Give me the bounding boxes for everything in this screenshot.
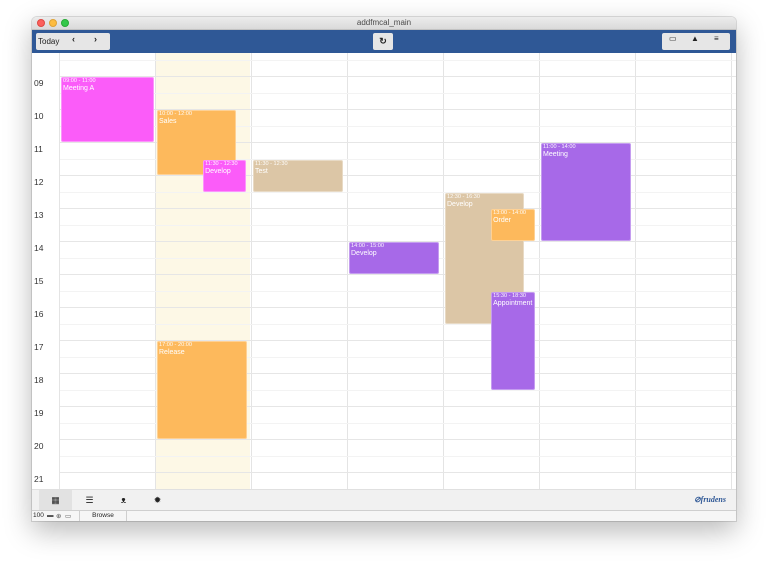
- zoom-level[interactable]: 100: [33, 512, 44, 519]
- calendar-event[interactable]: 11:30 - 12:30 Develop: [203, 159, 247, 192]
- half-hour-gridline: [60, 290, 736, 292]
- hour-label: 08: [34, 53, 58, 55]
- calendar-event[interactable]: 14:00 - 15:00 Develop: [349, 242, 440, 274]
- zoom-out-icon[interactable]: ▬: [47, 512, 54, 519]
- event-time: 09:00 - 11:00: [63, 78, 96, 84]
- day-column-divider: [251, 53, 252, 489]
- event-time: 10:00 - 12:00: [159, 111, 192, 117]
- hour-gridline: [60, 175, 736, 176]
- hour-label: 10: [34, 111, 44, 121]
- hour-gridline: [60, 307, 736, 308]
- event-title: Sales: [159, 118, 177, 125]
- event-time: 14:00 - 15:00: [351, 243, 384, 249]
- hour-gridline: [60, 76, 736, 77]
- people-view-button[interactable]: ᴥ: [107, 490, 140, 510]
- event-time: 11:30 - 12:30: [255, 160, 288, 167]
- event-time: 12:30 - 16:30: [447, 193, 480, 200]
- hour-label: 20: [34, 441, 44, 451]
- event-title: Develop: [447, 200, 473, 208]
- day-column-divider: [59, 53, 60, 489]
- zoom-in-icon[interactable]: ⊕: [56, 512, 61, 520]
- event-title: Appointment: [493, 299, 533, 307]
- hour-label: 19: [34, 408, 44, 418]
- hour-gridline: [60, 208, 736, 209]
- day-column-divider: [635, 53, 636, 489]
- gear-icon: ✹: [153, 494, 162, 505]
- status-toggle-icon[interactable]: ▭: [65, 512, 71, 520]
- half-hour-gridline: [60, 92, 736, 94]
- event-time: 15:30 - 18:30: [493, 292, 527, 299]
- hour-label: 15: [34, 276, 44, 286]
- event-title: Develop: [205, 167, 231, 175]
- refresh-icon: ↻: [379, 36, 387, 46]
- event-title: Release: [159, 349, 185, 356]
- calendar-event[interactable]: 09:00 - 11:00 Meeting A: [61, 77, 154, 142]
- event-title: Order: [493, 217, 511, 224]
- calendar-event[interactable]: 11:30 - 12:30 Test: [253, 159, 344, 192]
- list-view-button[interactable]: ☰: [73, 490, 106, 510]
- hour-gridline: [60, 439, 736, 440]
- event-title: Develop: [351, 250, 377, 257]
- event-time: 17:00 - 20:00: [159, 342, 192, 348]
- hour-label: 16: [34, 309, 44, 319]
- list-icon: ☰: [85, 494, 94, 505]
- hour-gridline: [60, 472, 736, 473]
- half-hour-gridline: [60, 224, 736, 226]
- hour-label: 21: [34, 474, 44, 484]
- title-bar: addfmcal_main: [32, 17, 736, 30]
- calendar-event[interactable]: 15:30 - 18:30 Appointment: [491, 291, 536, 390]
- hour-label: 11: [34, 144, 43, 154]
- week-calendar-grid[interactable]: 08 09 10 11 12 13 14 15 16 17 18 19 20 21 09:00 - 11:0…: [32, 53, 736, 489]
- toolbar: Today ‹ › ↻ ▭ ▲ ≡: [32, 30, 736, 53]
- hour-label: 17: [34, 342, 44, 352]
- event-time: 11:00 - 14:00: [543, 144, 576, 150]
- calendar-event[interactable]: 11:00 - 14:00 Meeting: [541, 143, 632, 241]
- next-arrow-icon[interactable]: ›: [94, 34, 97, 44]
- day-column-divider: [731, 53, 732, 489]
- refresh-button[interactable]: ↻: [373, 33, 393, 50]
- user-icon[interactable]: ▲: [691, 34, 699, 43]
- mode-indicator: Browse: [79, 511, 127, 521]
- day-column-divider: [443, 53, 444, 489]
- window-title: addfmcal_main: [356, 18, 412, 27]
- event-title: Meeting A: [63, 85, 95, 92]
- event-title: Meeting: [543, 151, 568, 158]
- day-column-divider: [155, 53, 156, 489]
- half-hour-gridline: [60, 191, 736, 193]
- hour-label: 12: [34, 177, 44, 187]
- menu-icon[interactable]: ≡: [714, 34, 719, 43]
- today-group: Today ‹ ›: [36, 33, 110, 50]
- event-time: 11:30 - 12:30: [205, 160, 238, 167]
- hour-label: 13: [34, 210, 44, 220]
- calendar-event[interactable]: 17:00 - 20:00 Release: [157, 341, 248, 439]
- event-time: 13:00 - 14:00: [493, 210, 527, 216]
- settings-button[interactable]: ✹: [141, 490, 174, 510]
- frudens-logo: ⊘frudens: [693, 495, 726, 504]
- hour-label: 09: [34, 78, 44, 88]
- people-icon: ᴥ: [120, 495, 127, 505]
- half-hour-gridline: [60, 59, 736, 61]
- calendar-view-button[interactable]: ▦: [39, 490, 72, 510]
- right-toolbar-group: ▭ ▲ ≡: [662, 33, 730, 50]
- prev-arrow-icon[interactable]: ‹: [72, 34, 75, 44]
- bottom-navigation: ▦ ☰ ᴥ ✹ ⊘frudens: [32, 489, 736, 510]
- day-column-divider: [347, 53, 348, 489]
- calendar-grid-icon: ▦: [51, 494, 60, 505]
- app-window: addfmcal_main Today ‹ › ↻ ▭ ▲ ≡ 08 09 10 11…: [32, 17, 736, 521]
- status-bar: 100 ▬ ⊕ ▭ Browse: [32, 510, 736, 521]
- event-title: Test: [255, 167, 268, 175]
- half-hour-gridline: [60, 455, 736, 457]
- hour-label: 18: [34, 375, 44, 385]
- hour-label: 14: [34, 243, 44, 253]
- calendar-event[interactable]: 13:00 - 14:00 Order: [491, 209, 536, 241]
- half-hour-gridline: [60, 323, 736, 325]
- calendar-icon[interactable]: ▭: [669, 34, 677, 43]
- hour-gridline: [60, 274, 736, 275]
- today-button[interactable]: Today: [38, 37, 59, 46]
- day-column-divider: [539, 53, 540, 489]
